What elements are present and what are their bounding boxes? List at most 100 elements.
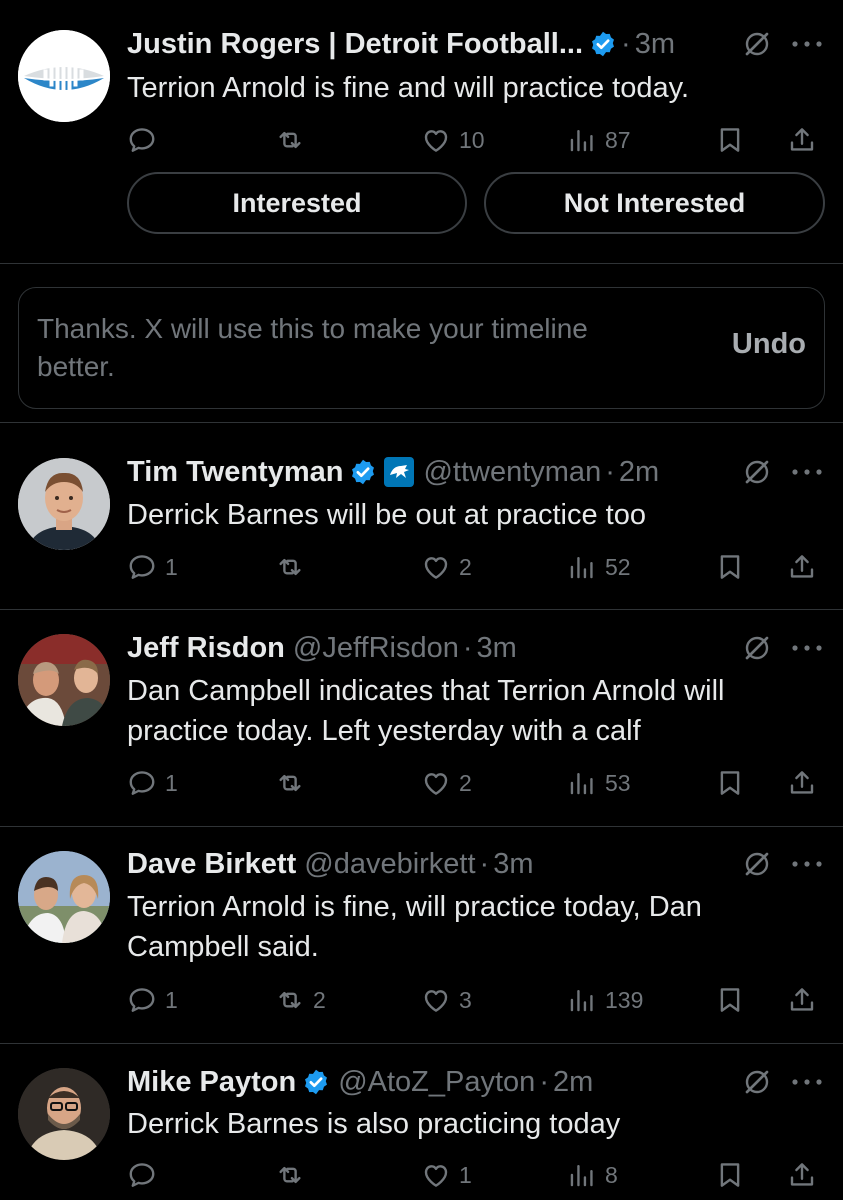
bookmark-button[interactable] (715, 1155, 745, 1195)
views-button[interactable]: 87 (567, 120, 631, 160)
views-icon (567, 552, 597, 582)
action-bar: 1 8 (127, 1155, 827, 1195)
interested-button[interactable]: Interested (127, 172, 467, 234)
author-name[interactable]: Jeff Risdon (127, 632, 285, 665)
like-count: 10 (459, 126, 485, 153)
like-button[interactable]: 2 (421, 763, 472, 803)
grok-icon[interactable] (741, 632, 773, 664)
divider (0, 422, 843, 423)
reply-button[interactable]: 1 (127, 547, 178, 587)
like-count: 3 (459, 986, 472, 1013)
more-icon[interactable] (790, 643, 824, 653)
divider (0, 826, 843, 827)
repost-button[interactable] (275, 1155, 313, 1195)
share-button[interactable] (787, 120, 817, 160)
author-name[interactable]: Dave Birkett (127, 848, 296, 881)
author-name[interactable]: Mike Payton (127, 1066, 296, 1099)
author-name[interactable]: Tim Twentyman (127, 456, 343, 489)
bookmark-button[interactable] (715, 120, 745, 160)
jeff-risdon-photo (18, 634, 110, 726)
repost-button[interactable] (275, 547, 313, 587)
views-count: 53 (605, 769, 631, 796)
team-affiliation-icon (384, 457, 415, 487)
share-button[interactable] (787, 980, 817, 1020)
action-bar: 10 87 (127, 120, 827, 160)
repost-button[interactable] (275, 763, 313, 803)
views-count: 52 (605, 553, 631, 580)
share-button[interactable] (787, 1155, 817, 1195)
not-interested-button[interactable]: Not Interested (484, 172, 825, 234)
like-button[interactable]: 10 (421, 120, 485, 160)
bookmark-button[interactable] (715, 547, 745, 587)
post-header: Tim Twentyman @ttwentyman · 2m (127, 452, 659, 492)
feedback-notice: Thanks. X will use this to make your tim… (18, 287, 825, 409)
like-button[interactable]: 1 (421, 1155, 472, 1195)
post-time[interactable]: 3m (477, 632, 517, 665)
post-time[interactable]: 3m (635, 28, 675, 61)
more-icon[interactable] (790, 39, 824, 49)
reply-icon (127, 1160, 157, 1190)
avatar[interactable] (18, 30, 110, 122)
reply-button[interactable] (127, 120, 165, 160)
share-icon (787, 552, 817, 582)
reply-button[interactable]: 1 (127, 980, 178, 1020)
like-button[interactable]: 3 (421, 980, 472, 1020)
like-icon (421, 125, 451, 155)
share-icon (787, 125, 817, 155)
grok-icon[interactable] (741, 28, 773, 60)
post-time[interactable]: 2m (553, 1066, 593, 1099)
verified-badge-icon (589, 30, 617, 58)
divider (0, 1043, 843, 1044)
repost-icon (275, 1160, 305, 1190)
more-icon[interactable] (790, 1077, 824, 1087)
avatar[interactable] (18, 458, 110, 550)
bookmark-icon (715, 125, 745, 155)
more-icon[interactable] (790, 859, 824, 869)
avatar[interactable] (18, 851, 110, 943)
bookmark-button[interactable] (715, 763, 745, 803)
views-button[interactable]: 8 (567, 1155, 618, 1195)
views-button[interactable]: 53 (567, 763, 631, 803)
reply-count: 1 (165, 553, 178, 580)
separator-dot: · (621, 27, 631, 60)
post-header: Justin Rogers | Detroit Football... · 3m (127, 24, 675, 64)
like-button[interactable]: 2 (421, 547, 472, 587)
repost-icon (275, 552, 305, 582)
reply-button[interactable]: 1 (127, 763, 178, 803)
like-icon (421, 985, 451, 1015)
like-icon (421, 552, 451, 582)
avatar[interactable] (18, 1068, 110, 1160)
author-handle[interactable]: @AtoZ_Payton (338, 1066, 535, 1099)
like-icon (421, 1160, 451, 1190)
separator-dot: · (462, 631, 473, 664)
repost-button[interactable]: 2 (275, 980, 326, 1020)
author-handle[interactable]: @ttwentyman (423, 456, 601, 489)
reply-button[interactable] (127, 1155, 165, 1195)
share-button[interactable] (787, 547, 817, 587)
author-handle[interactable]: @davebirkett (304, 848, 475, 881)
views-count: 87 (605, 126, 631, 153)
more-icon[interactable] (790, 467, 824, 477)
undo-button[interactable]: Undo (732, 328, 806, 361)
reply-icon (127, 768, 157, 798)
bookmark-icon (715, 552, 745, 582)
grok-icon[interactable] (741, 848, 773, 880)
post-header: Dave Birkett @davebirkett · 3m (127, 844, 534, 884)
feedback-message: Thanks. X will use this to make your tim… (37, 313, 588, 382)
views-button[interactable]: 52 (567, 547, 631, 587)
author-handle[interactable]: @JeffRisdon (293, 632, 459, 665)
post-time[interactable]: 3m (493, 848, 533, 881)
grok-icon[interactable] (741, 456, 773, 488)
grok-icon[interactable] (741, 1066, 773, 1098)
separator-dot: · (479, 847, 490, 880)
post-time[interactable]: 2m (619, 456, 659, 489)
reply-icon (127, 985, 157, 1015)
avatar[interactable] (18, 634, 110, 726)
author-name[interactable]: Justin Rogers | Detroit Football... (127, 28, 583, 61)
share-button[interactable] (787, 763, 817, 803)
bookmark-button[interactable] (715, 980, 745, 1020)
reply-count: 1 (165, 986, 178, 1013)
views-button[interactable]: 139 (567, 980, 643, 1020)
repost-button[interactable] (275, 120, 313, 160)
bookmark-icon (715, 1160, 745, 1190)
